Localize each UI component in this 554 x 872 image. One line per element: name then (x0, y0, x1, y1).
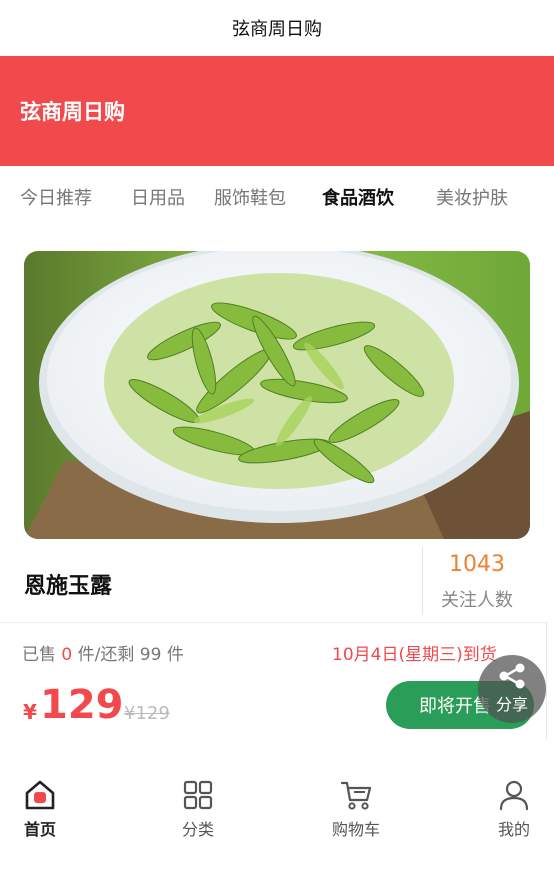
share-icon (499, 663, 525, 689)
nav-category-label: 分类 (181, 820, 214, 839)
status-bar-title: 弦商周日购 (232, 19, 322, 40)
cart-icon (340, 781, 372, 810)
remaining-count: 99 (139, 645, 162, 665)
nav-home[interactable]: 首页 (0, 778, 80, 840)
status-bar: 弦商周日购 (0, 0, 554, 56)
tab-food-drinks[interactable]: 食品酒饮 (322, 184, 394, 210)
nav-cart[interactable]: 购物车 (316, 778, 396, 840)
sold-prefix: 已售 (22, 645, 56, 665)
category-tabs: 今日推荐 日用品 服饰鞋包 食品酒饮 美妆护肤 (0, 168, 554, 224)
nav-profile-label: 我的 (497, 820, 530, 839)
nav-home-label: 首页 (23, 820, 56, 839)
page-title: 弦商周日购 (20, 100, 125, 124)
arrival-date: 10月4日(星期三)到货 (332, 645, 497, 665)
bottom-nav: 首页 分类 购物车 我的 (0, 760, 554, 872)
product-image[interactable] (24, 251, 530, 539)
sold-mid: 件/还剩 (77, 645, 135, 665)
tab-daily-goods[interactable]: 日用品 (131, 184, 185, 210)
green-tea-image (24, 251, 530, 539)
tab-today-recommend[interactable]: 今日推荐 (20, 184, 92, 210)
header-banner: 弦商周日购 (0, 56, 554, 166)
nav-profile[interactable]: 我的 (474, 778, 554, 840)
tab-beauty-skincare[interactable]: 美妆护肤 (436, 184, 508, 210)
share-button[interactable]: 分享 (478, 655, 546, 723)
product-name: 恩施玉露 (24, 574, 113, 599)
home-icon (25, 780, 55, 810)
sold-count: 0 (61, 645, 73, 665)
divider (546, 622, 547, 740)
sold-suffix: 件 (166, 645, 184, 665)
currency-symbol: ¥ (23, 700, 37, 724)
nav-category[interactable]: 分类 (158, 778, 238, 840)
user-icon (499, 780, 529, 811)
nav-cart-label: 购物车 (331, 820, 380, 839)
follow-label: 关注人数 (441, 590, 513, 611)
follow-count: 1043 (449, 552, 505, 577)
stock-info: 已售 0 件/还剩 99 件 (22, 640, 184, 665)
share-label: 分享 (495, 695, 528, 714)
price: 129 (40, 682, 124, 728)
tab-apparel-bags[interactable]: 服饰鞋包 (214, 184, 286, 210)
divider (0, 622, 548, 623)
category-icon (183, 780, 213, 810)
original-price: ¥129 (124, 703, 170, 724)
